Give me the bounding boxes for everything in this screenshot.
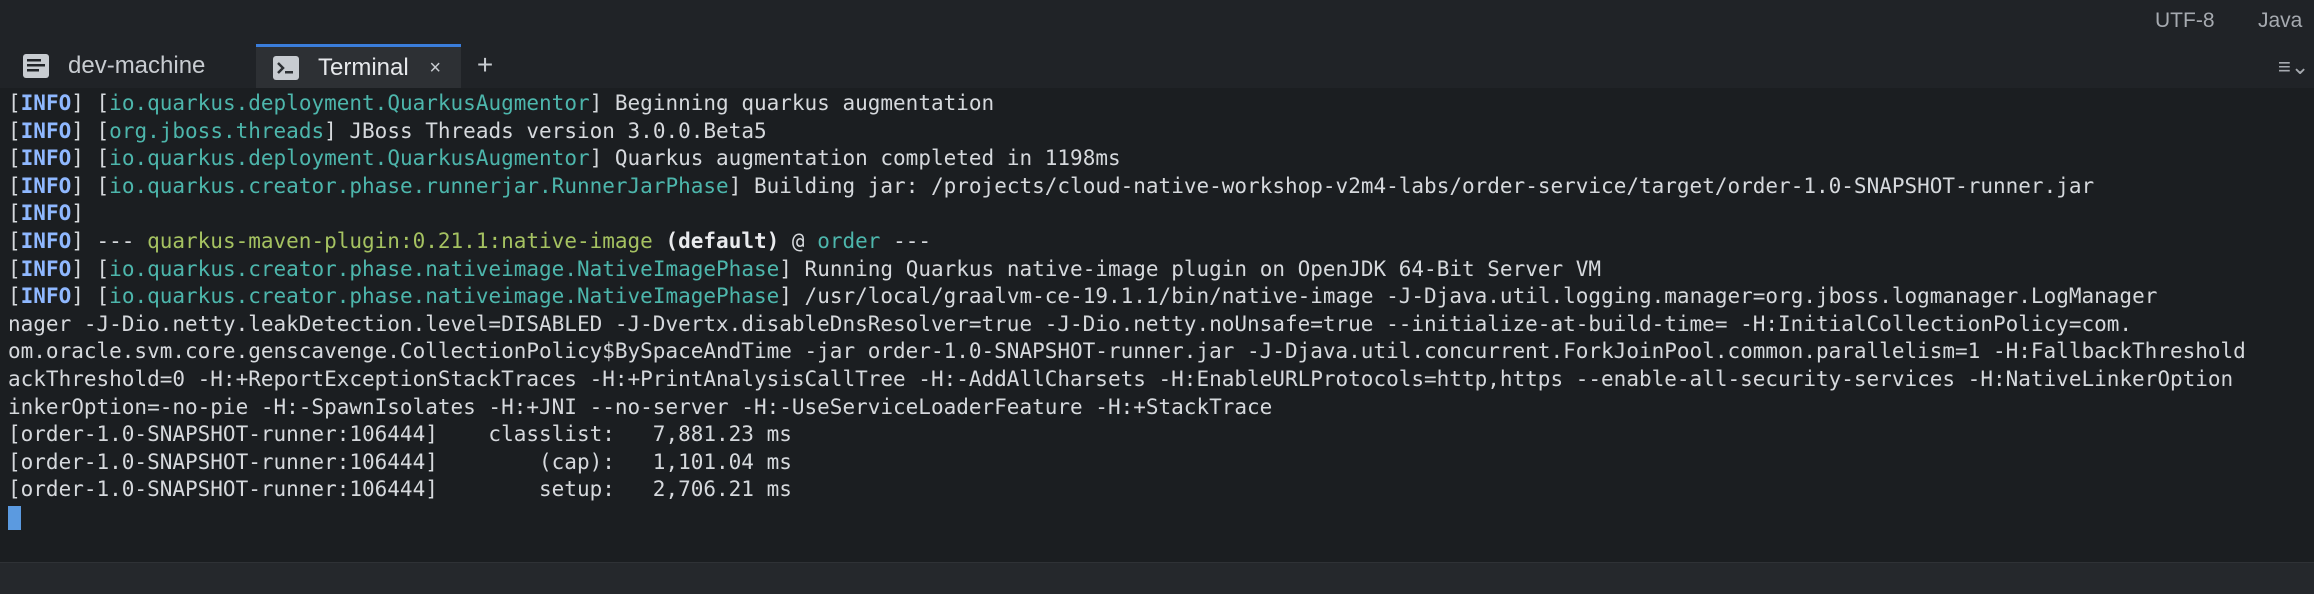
terminal-text: [ — [8, 118, 21, 143]
terminal-text: io.quarkus.creator.phase.nativeimage.Nat… — [109, 284, 780, 309]
terminal-text: [ — [8, 91, 21, 115]
terminal-line: [INFO] [io.quarkus.creator.phase.runnerj… — [8, 173, 2246, 201]
terminal-text: INFO — [20, 256, 72, 281]
terminal-line: nager -J-Dio.netty.leakDetection.level=D… — [8, 311, 2246, 339]
terminal-text: INFO — [20, 118, 72, 143]
terminal-text: ] — [71, 201, 84, 226]
tab-dev-machine[interactable]: dev-machine — [0, 44, 256, 88]
terminal-text: ackThreshold=0 -H:+ReportExceptionStackT… — [8, 366, 2234, 391]
terminal-text: ] [ — [71, 146, 110, 171]
terminal-text: quarkus-maven-plugin:0.21.1:native-image — [147, 228, 653, 253]
terminal-line: [INFO] — [8, 200, 2246, 228]
bottom-panel-bar — [0, 562, 2314, 594]
terminal-text: @ — [779, 228, 818, 253]
tab-label: Terminal — [318, 53, 409, 81]
terminal-text: INFO — [20, 201, 72, 226]
terminal-cursor — [8, 505, 21, 530]
terminal-text: [ — [8, 173, 21, 198]
terminal-text: io.quarkus.deployment.QuarkusAugmentor — [109, 91, 590, 115]
terminal-text: INFO — [20, 228, 72, 253]
terminal-text: INFO — [20, 91, 72, 115]
terminal-text: nager -J-Dio.netty.leakDetection.level=D… — [8, 311, 2133, 336]
terminal-text: ] Running Quarkus native-image plugin on… — [779, 256, 1602, 281]
terminal-text: ] Beginning quarkus augmentation — [589, 91, 995, 115]
encoding-indicator[interactable]: UTF-8 — [2155, 9, 2215, 33]
terminal-text: ] /usr/local/graalvm-ce-19.1.1/bin/nativ… — [779, 284, 2158, 309]
terminal-line: [order-1.0-SNAPSHOT-runner:106444] setup… — [8, 476, 2246, 504]
terminal-text: ] Building jar: /projects/cloud-native-w… — [728, 173, 2095, 198]
terminal-text: io.quarkus.creator.phase.nativeimage.Nat… — [109, 256, 780, 281]
terminal-text: ] JBoss Threads version 3.0.0.Beta5 — [324, 118, 767, 143]
add-tab-button[interactable]: + — [470, 50, 500, 80]
terminal-text: [order-1.0-SNAPSHOT-runner:106444] (cap)… — [8, 449, 792, 474]
status-bar: UTF-8 Java — [0, 0, 2314, 45]
terminal-text: ] [ — [71, 284, 110, 309]
terminal-text: ] Quarkus augmentation completed in 1198… — [589, 146, 1121, 171]
terminal-line: om.oracle.svm.core.genscavenge.Collectio… — [8, 338, 2246, 366]
terminal-text: [order-1.0-SNAPSHOT-runner:106444] class… — [8, 422, 792, 447]
ide-window: UTF-8 Java dev-machine Terminal × + ≡⌄ [… — [0, 0, 2314, 594]
tab-label: dev-machine — [68, 52, 206, 79]
tab-bar: dev-machine Terminal × + ≡⌄ — [0, 44, 2314, 88]
terminal-output[interactable]: [INFO] [io.quarkus.deployment.QuarkusAug… — [0, 88, 2314, 562]
terminal-text: INFO — [20, 146, 72, 171]
terminal-line: [order-1.0-SNAPSHOT-runner:106444] (cap)… — [8, 449, 2246, 477]
terminal-text: [ — [8, 284, 21, 309]
terminal-text: [ — [8, 256, 21, 281]
terminal-text: io.quarkus.creator.phase.runnerjar.Runne… — [109, 173, 729, 198]
terminal-text: ] --- — [71, 228, 148, 253]
terminal-text: --- — [880, 228, 932, 253]
terminal-text: [ — [8, 201, 21, 226]
terminal-line: ackThreshold=0 -H:+ReportExceptionStackT… — [8, 366, 2246, 394]
terminal-text: [ — [8, 228, 21, 253]
terminal-text: ] [ — [71, 118, 110, 143]
terminal-prompt-line — [8, 504, 2246, 532]
terminal-line: [INFO] [org.jboss.threads] JBoss Threads… — [8, 118, 2246, 146]
close-icon[interactable]: × — [429, 57, 441, 80]
terminal-line: [INFO] [io.quarkus.deployment.QuarkusAug… — [8, 145, 2246, 173]
terminal-text: ] [ — [71, 173, 110, 198]
terminal-text: [order-1.0-SNAPSHOT-runner:106444] setup… — [8, 477, 792, 502]
terminal-text: ] [ — [71, 91, 110, 115]
terminal-text: (default) — [665, 228, 780, 253]
tab-terminal[interactable]: Terminal × — [256, 44, 461, 88]
panel-menu-icon[interactable]: ≡⌄ — [2278, 54, 2314, 80]
terminal-line: [INFO] [io.quarkus.creator.phase.nativei… — [8, 256, 2246, 284]
terminal-text: om.oracle.svm.core.genscavenge.Collectio… — [8, 339, 2246, 364]
terminal-text: INFO — [20, 284, 72, 309]
terminal-line: [INFO] [io.quarkus.deployment.QuarkusAug… — [8, 90, 2246, 118]
terminal-text: INFO — [20, 173, 72, 198]
terminal-text: ] [ — [71, 256, 110, 281]
terminal-line: [INFO] --- quarkus-maven-plugin:0.21.1:n… — [8, 228, 2246, 256]
terminal-line: inkerOption=-no-pie -H:-SpawnIsolates -H… — [8, 394, 2246, 422]
document-icon — [22, 53, 50, 79]
terminal-lines: [INFO] [io.quarkus.deployment.QuarkusAug… — [8, 90, 2246, 532]
language-indicator[interactable]: Java — [2258, 9, 2302, 33]
terminal-icon — [272, 55, 300, 81]
terminal-text: [ — [8, 146, 21, 171]
terminal-text: order — [817, 228, 881, 253]
terminal-line: [order-1.0-SNAPSHOT-runner:106444] class… — [8, 421, 2246, 449]
terminal-text: io.quarkus.deployment.QuarkusAugmentor — [109, 146, 590, 171]
terminal-text: inkerOption=-no-pie -H:-SpawnIsolates -H… — [8, 394, 1273, 419]
terminal-text: org.jboss.threads — [109, 118, 325, 143]
terminal-line: [INFO] [io.quarkus.creator.phase.nativei… — [8, 283, 2246, 311]
